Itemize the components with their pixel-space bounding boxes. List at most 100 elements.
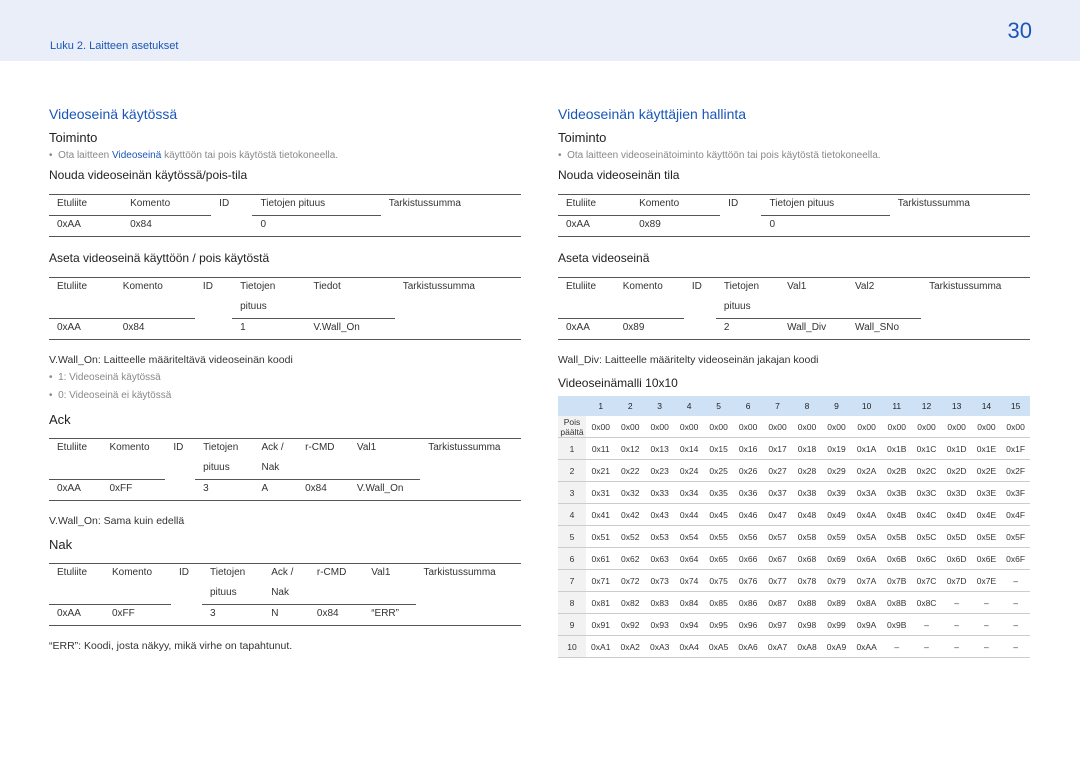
grid-cell: 0x21 <box>586 459 616 482</box>
grid-cell: – <box>971 613 1002 636</box>
col-header: Val2 <box>847 277 922 298</box>
grid-col-header: 1 <box>586 396 616 416</box>
col-header: Etuliite <box>49 563 104 584</box>
grid-cell: 0x46 <box>733 503 763 526</box>
grid-cell: 0xAA <box>851 635 882 658</box>
grid-cell: 0x32 <box>615 481 645 504</box>
col-header: pituus <box>202 584 264 605</box>
grid-row: Pois päältä 0x00 0x00 0x00 0x00 0x00 0x00 0x00 0… <box>558 416 1030 438</box>
corner-cell <box>558 396 586 416</box>
grid-cell: 0x72 <box>615 569 645 592</box>
col-header: Etuliite <box>558 194 632 216</box>
cell <box>420 479 521 501</box>
grid-cell: 0x98 <box>792 613 822 636</box>
col-header: Komento <box>114 277 195 298</box>
grid-col-header: 7 <box>762 396 793 416</box>
cell <box>211 215 253 237</box>
cell: 0xAA <box>558 215 632 237</box>
grid-cell: 0x2C <box>911 459 942 482</box>
grid-cell: 0x43 <box>644 503 675 526</box>
grid-col-header: 15 <box>1001 396 1030 416</box>
grid-cell: 0x9A <box>851 613 882 636</box>
grid-cell: 0x57 <box>762 525 793 548</box>
grid-cell: 0x4D <box>941 503 972 526</box>
grid-cell: 0x9B <box>882 613 912 636</box>
grid-cell: 0x4A <box>851 503 882 526</box>
grid-cell: 0x11 <box>586 437 616 460</box>
section-title: Videoseinä käytössä <box>49 106 178 122</box>
grid-cell: 0x00 <box>821 416 852 438</box>
grid-cell: 0x7A <box>851 569 882 592</box>
cell <box>683 318 716 340</box>
grid-cell: 0x58 <box>792 525 822 548</box>
grid-cell: 0x86 <box>733 591 763 614</box>
table-heading: Nouda videoseinän tila <box>558 168 680 182</box>
col-header: Komento <box>122 194 212 216</box>
grid-cell: 0xA7 <box>762 635 793 658</box>
grid-cell: 0x2E <box>971 459 1002 482</box>
grid-cell: 0x6D <box>941 547 972 570</box>
cell: 3 <box>195 479 254 501</box>
grid-cell: 0x6A <box>851 547 882 570</box>
grid-cell: 0x51 <box>586 525 616 548</box>
protocol-table: Etuliite Komento ID Tietojen pituus Tark… <box>558 194 1030 237</box>
cell: V.Wall_On <box>305 318 395 340</box>
grid-cell: 0x2D <box>941 459 972 482</box>
grid-cell: 0x17 <box>762 437 793 460</box>
col-header: Val1 <box>779 277 847 298</box>
grid-cell: 0x00 <box>703 416 734 438</box>
grid-cell: 0x53 <box>644 525 675 548</box>
cell: 3 <box>202 604 264 626</box>
cell: 2 <box>715 318 780 340</box>
left-column: Videoseinä käytössä Toiminto • Ota laitt… <box>49 106 521 658</box>
grid-cell: 0x37 <box>762 481 793 504</box>
grid-cell: 0x99 <box>821 613 852 636</box>
grid-row: 2 0x21 0x22 0x23 0x24 0x25 0x26 0x27 0x28 0x29 0x2… <box>558 459 1030 482</box>
grid-cell: 0x15 <box>703 437 734 460</box>
cell <box>170 604 202 626</box>
grid-cell: 0x95 <box>703 613 734 636</box>
grid-col-header: 6 <box>733 396 763 416</box>
cell: 0x89 <box>614 318 684 340</box>
col-header: Tiedot <box>305 277 395 298</box>
grid-row: 5 0x51 0x52 0x53 0x54 0x55 0x56 0x57 0x58 0x59 0x5… <box>558 525 1030 548</box>
grid-cell: 0x8C <box>911 591 942 614</box>
grid-cell: 0x3E <box>971 481 1002 504</box>
grid-cell: 0x4F <box>1001 503 1030 526</box>
grid-col-header: 5 <box>703 396 734 416</box>
grid-cell: 0x84 <box>674 591 704 614</box>
grid-cell: 0x16 <box>733 437 763 460</box>
grid-cell: 0x29 <box>821 459 852 482</box>
videowall-grid-table: 1 2 3 4 5 6 7 8 9 10 11 12 13 14 15 Pois päältä 0x00 0x0… <box>558 396 1030 658</box>
grid-cell: 0x92 <box>615 613 645 636</box>
grid-cell: 0x41 <box>586 503 616 526</box>
grid-cell: 0x4B <box>882 503 912 526</box>
grid-row-header: 9 <box>558 613 586 636</box>
grid-cell: 0x97 <box>762 613 793 636</box>
cell <box>380 215 521 237</box>
col-header: Tietojen pituus <box>252 194 381 216</box>
grid-cell: 0x2B <box>882 459 912 482</box>
cell: 0xAA <box>49 318 115 340</box>
grid-cell: – <box>911 613 942 636</box>
grid-cell: 0x36 <box>733 481 763 504</box>
grid-col-header: 13 <box>941 396 972 416</box>
grid-cell: 0x93 <box>644 613 675 636</box>
grid-cell: 0xA1 <box>586 635 616 658</box>
grid-col-header: 10 <box>851 396 882 416</box>
grid-col-header: 11 <box>882 396 912 416</box>
page-header: Luku 2. Laitteen asetukset 30 <box>0 0 1080 61</box>
grid-cell: 0x91 <box>586 613 616 636</box>
grid-cell: 0x27 <box>762 459 793 482</box>
protocol-table: Etuliite Komento ID Tietojen Ack / r-CMD Va… <box>49 563 521 626</box>
cell <box>889 215 1030 237</box>
grid-cell: 0x00 <box>615 416 645 438</box>
grid-cell: 0x12 <box>615 437 645 460</box>
grid-cell: – <box>1001 569 1030 592</box>
grid-cell: 0x83 <box>644 591 675 614</box>
grid-cell: – <box>941 591 972 614</box>
grid-cell: 0x24 <box>674 459 704 482</box>
grid-cell: 0x69 <box>821 547 852 570</box>
cell: “ERR” <box>363 604 416 626</box>
grid-cell: 0x73 <box>644 569 675 592</box>
